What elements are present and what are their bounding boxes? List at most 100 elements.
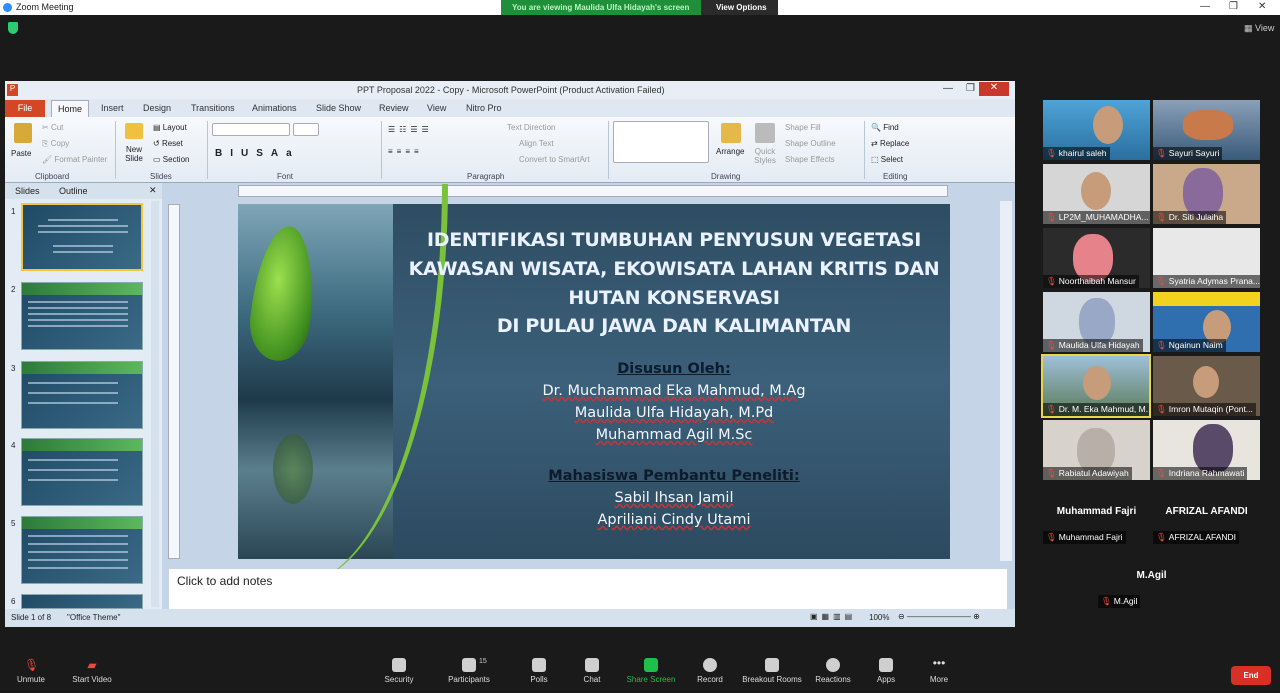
panel-close-icon[interactable]: ✕ [149, 185, 157, 196]
tab-home[interactable]: Home [51, 100, 89, 117]
new-slide-icon[interactable] [125, 123, 143, 139]
arrange-icon[interactable] [721, 123, 741, 143]
tab-insert[interactable]: Insert [101, 103, 124, 113]
apps-button[interactable]: Apps [873, 658, 899, 684]
chat-button[interactable]: Chat [580, 658, 604, 684]
author-line[interactable]: Muhammad Agil M.Sc [398, 427, 950, 443]
notes-pane[interactable]: Click to add notes [169, 569, 1007, 609]
student-line[interactable]: Apriliani Cindy Utami [398, 512, 950, 528]
participant-tile[interactable]: 🎙 Dr. Siti Julaiha [1153, 164, 1260, 224]
security-button[interactable]: Security [382, 658, 416, 684]
disusun-heading[interactable]: Disusun Oleh: [398, 361, 950, 377]
view-button[interactable]: ▦ View [1244, 23, 1274, 34]
participant-tile[interactable]: 🎙 Syatria Adymas Prana... [1153, 228, 1260, 288]
tab-file[interactable]: File [5, 100, 45, 117]
view-mode-icons[interactable]: ▣▦▥▤ [810, 612, 856, 621]
end-meeting-button[interactable]: End [1231, 666, 1271, 685]
replace-button[interactable]: ⇄ Replace [871, 139, 909, 148]
participant-tile-active-speaker[interactable]: 🎙 Dr. M. Eka Mahmud, M... [1041, 354, 1151, 418]
select-button[interactable]: ⬚ Select [871, 155, 903, 164]
tab-review[interactable]: Review [379, 103, 409, 113]
align-buttons[interactable]: ≡≡≡≡ [388, 147, 423, 156]
start-video-button[interactable]: ▰ Start Video [70, 658, 114, 684]
paste-icon[interactable] [14, 123, 32, 143]
slide-thumbnail-5[interactable] [21, 516, 143, 584]
slide-title-line[interactable]: HUTAN KONSERVASI [398, 287, 950, 309]
view-options-button[interactable]: View Options [701, 0, 778, 15]
slide-thumbnail-4[interactable] [21, 438, 143, 506]
unmute-button[interactable]: 🎙 Unmute [14, 658, 48, 684]
new-slide-label[interactable]: New Slide [122, 145, 146, 163]
breakout-rooms-button[interactable]: Breakout Rooms [742, 658, 802, 684]
font-family-select[interactable] [212, 123, 290, 136]
slide-canvas[interactable]: IDENTIFIKASI TUMBUHAN PENYUSUN VEGETASI … [238, 184, 950, 584]
cut-button[interactable]: ✂ Cut [42, 123, 63, 132]
copy-button[interactable]: ⎘ Copy [42, 139, 69, 149]
slide-thumbnail-3[interactable] [21, 361, 143, 429]
tab-outline[interactable]: Outline [59, 186, 88, 196]
encryption-shield-icon[interactable] [8, 22, 18, 34]
participant-tile[interactable]: 🎙 khairul saleh [1043, 100, 1150, 160]
format-painter-button[interactable]: 🖌 Format Painter [42, 155, 107, 164]
slide-thumbnail-1[interactable] [21, 203, 143, 271]
shape-effects-button[interactable]: Shape Effects [785, 155, 835, 164]
participant-tile[interactable]: AFRIZAL AFANDI 🎙 AFRIZAL AFANDI [1153, 484, 1260, 544]
arrange-label[interactable]: Arrange [716, 147, 744, 156]
polls-button[interactable]: Polls [526, 658, 552, 684]
restore-icon[interactable]: ❐ [1229, 1, 1238, 12]
tab-slide-show[interactable]: Slide Show [316, 103, 361, 113]
align-text-button[interactable]: Align Text [519, 139, 554, 148]
shape-fill-button[interactable]: Shape Fill [785, 123, 821, 132]
participant-tile[interactable]: 🎙 Indriana Rahmawati [1153, 420, 1260, 480]
reset-button[interactable]: ↺ Reset [153, 139, 183, 148]
zoom-slider[interactable]: ⊖ ———————— ⊕ [898, 612, 988, 623]
reactions-button[interactable]: Reactions [814, 658, 852, 684]
slide-thumbnail-2[interactable] [21, 282, 143, 350]
record-button[interactable]: Record [696, 658, 724, 684]
list-buttons[interactable]: ☰☷☰☰ [388, 125, 433, 134]
shape-outline-button[interactable]: Shape Outline [785, 139, 836, 148]
participant-tile[interactable]: 🎙 LP2M_MUHAMADHA... [1043, 164, 1150, 224]
participant-tile[interactable]: M.Agil 🎙 M.Agil [1098, 548, 1205, 608]
participant-tile[interactable]: 🎙 Sayuri Sayuri [1153, 100, 1260, 160]
text-direction-button[interactable]: Text Direction [507, 123, 555, 132]
slide-title-line[interactable]: KAWASAN WISATA, EKOWISATA LAHAN KRITIS D… [398, 258, 950, 280]
slide-title-line[interactable]: DI PULAU JAWA DAN KALIMANTAN [398, 315, 950, 337]
panel-scrollbar[interactable] [151, 201, 159, 607]
editor-scrollbar[interactable] [1000, 201, 1012, 561]
slide-title-line[interactable]: IDENTIFIKASI TUMBUHAN PENYUSUN VEGETASI [398, 229, 950, 251]
font-format-buttons[interactable]: BIUSAa [215, 148, 300, 159]
more-button[interactable]: ••• More [926, 657, 952, 684]
author-line[interactable]: Dr. Muchammad Eka Mahmud, M.Ag [398, 383, 950, 399]
tab-view[interactable]: View [427, 103, 446, 113]
participant-tile[interactable]: 🎙 Maulida Ulfa Hidayah [1043, 292, 1150, 352]
participant-tile[interactable]: 🎙 Rabiatul Adawiyah [1043, 420, 1150, 480]
quick-styles-icon[interactable] [755, 123, 775, 143]
font-size-select[interactable] [293, 123, 319, 136]
tab-transitions[interactable]: Transitions [191, 103, 235, 113]
ppt-close-icon[interactable]: ✕ [979, 82, 1009, 96]
participant-tile[interactable]: Muhammad Fajri 🎙 Muhammad Fajri [1043, 484, 1150, 544]
participant-tile[interactable]: 🎙 Imron Mutaqin (Pont... [1153, 356, 1260, 416]
quick-styles-label[interactable]: Quick Styles [752, 147, 778, 165]
ppt-minimize-icon[interactable]: — [943, 83, 953, 94]
paste-label[interactable]: Paste [11, 149, 31, 158]
tab-slides[interactable]: Slides [15, 186, 40, 196]
section-button[interactable]: ▭ Section [153, 155, 189, 164]
share-screen-button[interactable]: Share Screen [626, 658, 676, 684]
participant-tile[interactable]: 🎙 Noorthaibah Mansur [1043, 228, 1150, 288]
convert-smartart-button[interactable]: Convert to SmartArt [519, 155, 590, 164]
zoom-level[interactable]: 100% [869, 613, 889, 622]
ppt-restore-icon[interactable]: ❐ [966, 83, 975, 94]
tab-design[interactable]: Design [143, 103, 171, 113]
find-button[interactable]: 🔍 Find [871, 123, 899, 132]
tab-nitro-pro[interactable]: Nitro Pro [466, 103, 502, 113]
slide-thumbnail-6[interactable] [21, 594, 143, 609]
close-icon[interactable]: ✕ [1258, 1, 1266, 12]
shapes-gallery[interactable] [613, 121, 709, 163]
layout-button[interactable]: ▤ Layout [153, 123, 187, 132]
minimize-icon[interactable]: — [1200, 1, 1210, 12]
tab-animations[interactable]: Animations [252, 103, 297, 113]
participant-tile[interactable]: 🎙 Ngainun Naim [1153, 292, 1260, 352]
author-line[interactable]: Maulida Ulfa Hidayah, M.Pd [398, 405, 950, 421]
